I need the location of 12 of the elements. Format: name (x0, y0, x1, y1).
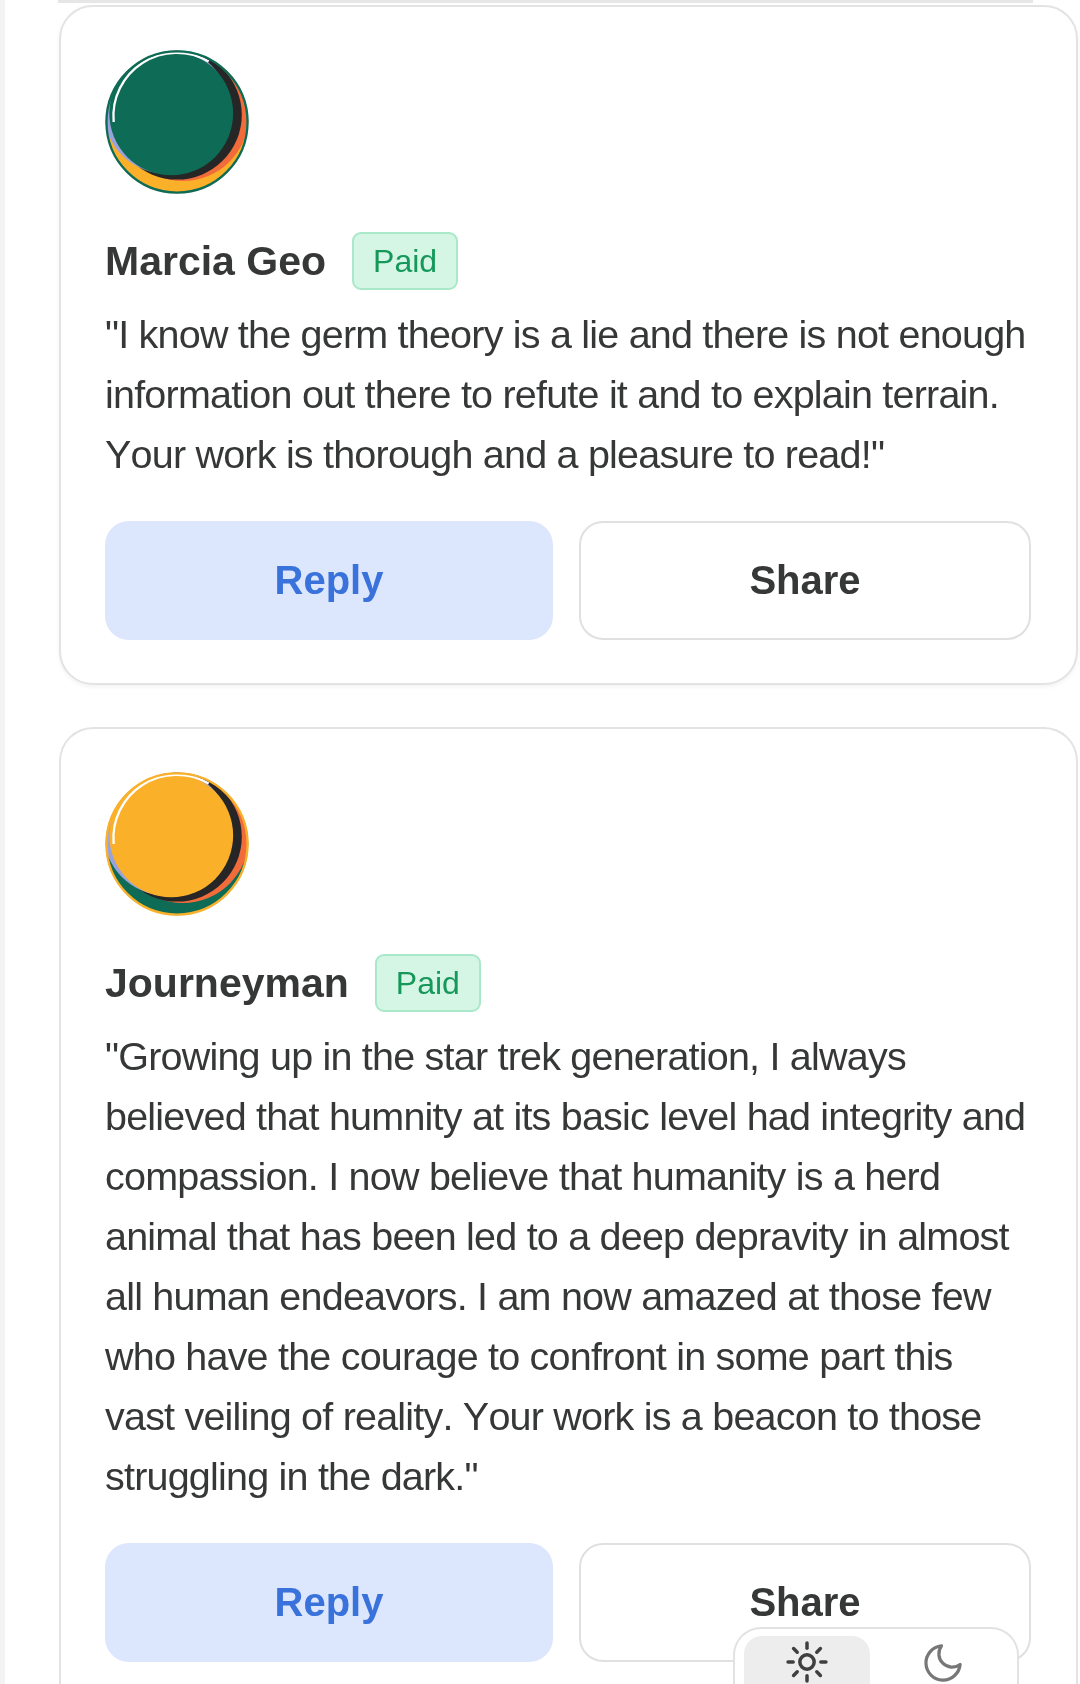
sun-icon (786, 1641, 828, 1683)
comment-text: "I know the germ theory is a lie and there is not enough information out there to refute it and to explain terrain. Your work is thorough and a pleasure to read!" (105, 311, 1027, 478)
reply-button[interactable]: Reply (105, 521, 553, 640)
commenter-name: Marcia Geo (105, 237, 327, 285)
paid-badge: Paid (374, 954, 481, 1012)
light-mode-button[interactable] (744, 1636, 870, 1684)
reply-button[interactable]: Reply (105, 1543, 553, 1662)
moon-icon (924, 1644, 962, 1682)
share-button[interactable]: Share (579, 521, 1031, 640)
commenter-name: Journeyman (105, 959, 349, 1007)
paid-badge: Paid (352, 232, 459, 290)
comment-text: "Growing up in the star trek generation, I always believed that humnity at its basic level had integrity and compassion. I now believe that humanity is a herd animal that has been led to a deep depravity in almost all human endeavors. I am now amazed at those few who have the courage to confront in some part this vast veiling of reality. Your work is a beacon to those struggling in the dark." (105, 1033, 1027, 1500)
